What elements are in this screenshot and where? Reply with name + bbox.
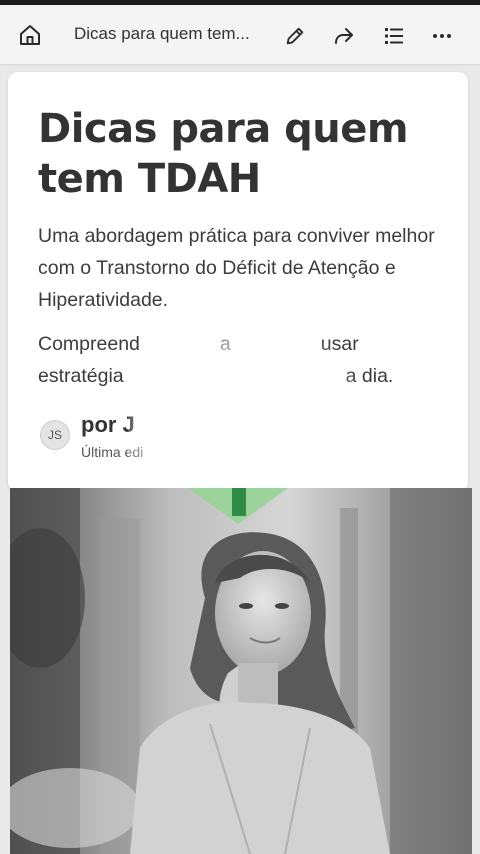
hero-photo — [10, 488, 472, 854]
page-title: Dicas para quem tem TDAH — [38, 106, 409, 202]
top-toolbar: Dicas para quem tem... — [0, 0, 480, 64]
green-accent-bar — [232, 488, 246, 516]
list-icon[interactable] — [382, 24, 406, 48]
pencil-icon[interactable] — [283, 24, 307, 48]
title-card: Dicas para quem tem TDAH Uma abordagem p… — [8, 72, 468, 547]
page-subtitle: Uma abordagem prática para conviver melh… — [38, 225, 435, 311]
share-icon[interactable] — [332, 24, 356, 48]
avatar[interactable]: JS — [40, 420, 70, 450]
more-icon[interactable] — [430, 24, 454, 48]
intro-line-1-start: Compreend — [38, 333, 140, 355]
author-name: por J — [81, 412, 135, 437]
photo-woman-thinking — [10, 488, 472, 854]
home-icon[interactable] — [18, 23, 42, 47]
document-title[interactable]: Dicas para quem tem... — [74, 24, 274, 44]
intro-line-2-start: estratégia — [38, 365, 124, 387]
